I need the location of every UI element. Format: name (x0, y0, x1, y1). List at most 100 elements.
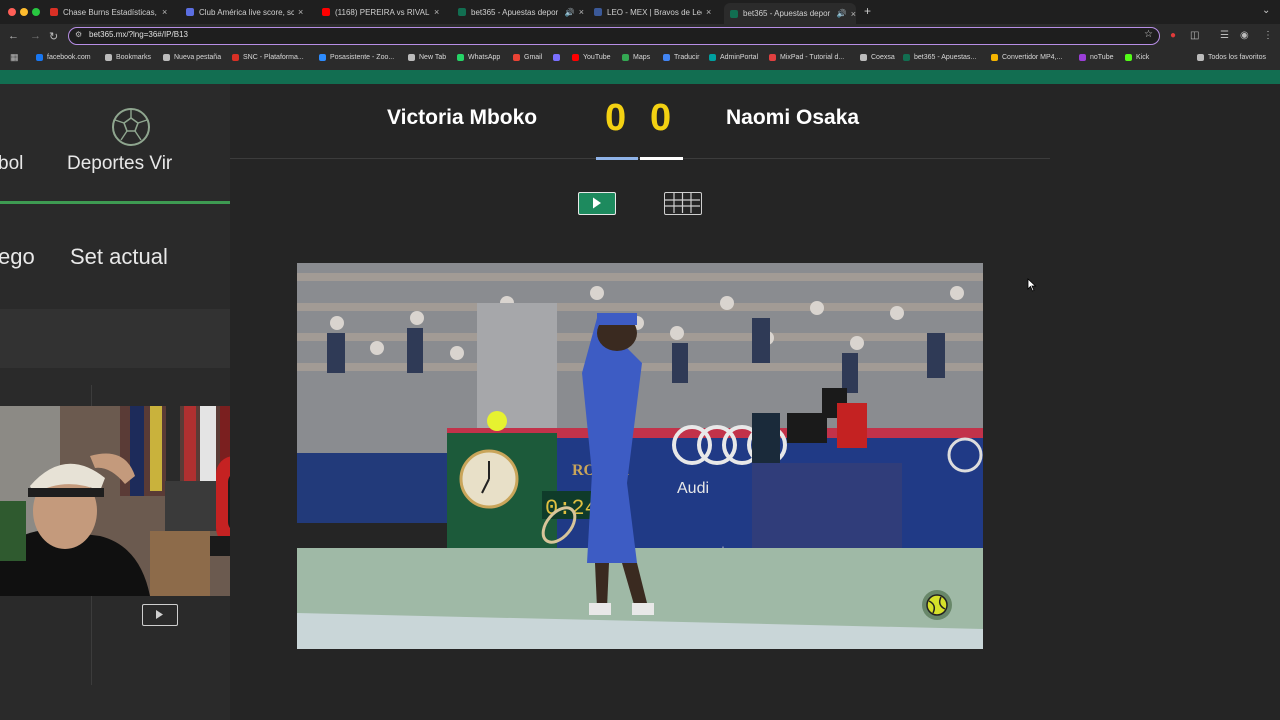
bookmark-favicon-icon (232, 54, 239, 61)
player2-name: Naomi Osaka (726, 106, 860, 129)
close-tab-icon[interactable]: × (579, 7, 584, 17)
current-set-label[interactable]: Set actual (70, 244, 168, 270)
bookmark-favicon-icon (663, 54, 670, 61)
bookmark-favicon-icon (1125, 54, 1132, 61)
tab-search-icon[interactable]: ⌄ (1262, 5, 1270, 16)
close-tab-icon[interactable]: × (434, 7, 439, 17)
browser-tab[interactable]: bet365 - Apuestas depor 🔊 × (724, 3, 856, 24)
forward-icon[interactable]: → (30, 30, 41, 42)
menu-icon[interactable]: ⋮ (1263, 30, 1273, 41)
bookmark-item[interactable]: noTube (1079, 54, 1113, 61)
bookmark-item[interactable]: Maps (622, 54, 650, 61)
bookmark-label: Coexsa (871, 54, 895, 61)
bookmark-favicon-icon (36, 54, 43, 61)
tab-title: Club América live score, sche (199, 7, 294, 17)
bookmark-label: bet365 - Apuestas... (914, 54, 977, 61)
address-bar[interactable]: ⚙ bet365.mx/?lng=36#/IP/B13 ☆ (68, 27, 1160, 45)
close-tab-icon[interactable]: × (162, 7, 167, 17)
bookmark-item[interactable]: WhatsApp (457, 54, 500, 61)
back-icon[interactable]: ← (8, 30, 19, 42)
close-tab-icon[interactable]: × (851, 9, 856, 19)
active-tab-underline (0, 201, 230, 204)
apps-grid-icon[interactable]: ▦ (10, 52, 19, 63)
bookmark-label: Nueva pestaña (174, 54, 222, 61)
bookmark-label: YouTube (583, 54, 611, 61)
stats-grid-button[interactable] (664, 192, 702, 215)
minimize-window-icon[interactable] (20, 8, 28, 16)
bookmark-item[interactable]: SNC - Plataforma... (232, 54, 304, 61)
close-tab-icon[interactable]: × (298, 7, 303, 17)
record-icon[interactable]: ● (1170, 30, 1176, 41)
folder-icon (1197, 54, 1204, 61)
bookmark-item[interactable]: YouTube (572, 54, 611, 61)
bookmark-item[interactable]: facebook.com (36, 54, 91, 61)
all-bookmarks-folder[interactable]: Todos los favoritos (1197, 54, 1266, 61)
tab-favicon-icon (322, 8, 330, 16)
tab-title: LEO - MEX | Bravos de Leon (607, 7, 702, 17)
browser-tab[interactable]: Chase Burns Estadísticas, Es × (44, 3, 176, 21)
bookmark-label: New Tab (419, 54, 447, 61)
site-header-bar (0, 70, 1280, 84)
bookmark-label: facebook.com (47, 54, 91, 61)
bookmark-label: Bookmarks (116, 54, 152, 61)
extensions-puzzle-icon[interactable]: ☰ (1220, 30, 1229, 41)
tab-title: bet365 - Apuestas depor (743, 9, 831, 18)
game-tab-label-partial[interactable]: ego (0, 244, 35, 270)
new-tab-button[interactable]: + (864, 4, 871, 18)
extension-icon[interactable]: ◫ (1190, 30, 1199, 41)
player1-score: 0 (605, 97, 627, 139)
speaker-icon[interactable]: 🔊 (837, 9, 847, 18)
tab-favicon-icon (186, 8, 194, 16)
bookmark-item[interactable]: Bookmarks (105, 54, 151, 61)
browser-toolbar: ← → ↻ ⚙ bet365.mx/?lng=36#/IP/B13 ☆ ● ◫ … (0, 24, 1280, 48)
bookmark-star-icon[interactable]: ☆ (1144, 29, 1153, 40)
bookmark-label: Gmail (524, 54, 543, 61)
profile-icon[interactable]: ◉ (1240, 30, 1249, 41)
bookmark-favicon-icon (163, 54, 170, 61)
bookmark-item[interactable]: MixPad - Tutorial d... (769, 54, 844, 61)
bookmark-item[interactable]: Gmail (513, 54, 542, 61)
tab-favicon-icon (50, 8, 58, 16)
close-window-icon[interactable] (8, 8, 16, 16)
bookmark-label: Maps (633, 54, 651, 61)
bookmark-item[interactable]: Coexsa (860, 54, 895, 61)
browser-tab[interactable]: LEO - MEX | Bravos de Leon × (588, 3, 720, 21)
tab-favicon-icon (730, 9, 738, 18)
play-button[interactable] (142, 604, 178, 626)
maximize-window-icon[interactable] (32, 8, 40, 16)
tab-title: (1168) PEREIRA vs RIVALDO: (335, 7, 430, 17)
tennis-ball-icon[interactable] (921, 589, 953, 621)
soccer-ball-icon[interactable] (111, 107, 151, 147)
live-video-button[interactable] (578, 192, 616, 215)
bookmark-favicon-icon (709, 54, 716, 61)
site-info-icon[interactable]: ⚙ (75, 30, 82, 39)
bookmark-item[interactable]: Kick (1125, 54, 1149, 61)
speaker-icon[interactable]: 🔊 (565, 8, 575, 17)
bookmark-item[interactable]: Convertidor MP4,... (991, 54, 1062, 61)
tab-title: bet365 - Apuestas depor (471, 7, 559, 17)
bookmark-favicon-icon (408, 54, 415, 61)
bookmark-favicon-icon (1079, 54, 1086, 61)
reload-icon[interactable]: ↻ (49, 30, 58, 43)
bookmark-item[interactable]: bet365 - Apuestas... (903, 54, 976, 61)
bookmark-label: WhatsApp (468, 54, 501, 61)
bookmark-label: noTube (1090, 54, 1114, 61)
bookmark-favicon-icon (860, 54, 867, 61)
live-stream-video[interactable]: ROLEX 0:24 Audi bnc.ca (297, 263, 983, 649)
set-row (0, 309, 230, 368)
player1-underline (596, 157, 638, 160)
close-tab-icon[interactable]: × (706, 7, 711, 17)
bookmark-item[interactable]: Nueva pestaña (163, 54, 221, 61)
bookmark-item[interactable]: Traducir (663, 54, 699, 61)
browser-tab[interactable]: Club América live score, sche × (180, 3, 312, 21)
sport-tab-label-partial[interactable]: bol (0, 153, 23, 175)
bookmark-item[interactable]: AdminPortal (709, 54, 758, 61)
bookmark-item[interactable]: Posasistente - Zoo... (319, 54, 394, 61)
virtual-sports-label[interactable]: Deportes Vir (67, 153, 172, 175)
play-icon (156, 610, 163, 619)
bookmark-label: Traducir (674, 54, 700, 61)
bookmark-item[interactable]: New Tab (408, 54, 446, 61)
bookmark-item[interactable] (553, 54, 564, 61)
browser-tab[interactable]: bet365 - Apuestas depor 🔊 × (452, 3, 584, 21)
browser-tab[interactable]: (1168) PEREIRA vs RIVALDO: × (316, 3, 448, 21)
